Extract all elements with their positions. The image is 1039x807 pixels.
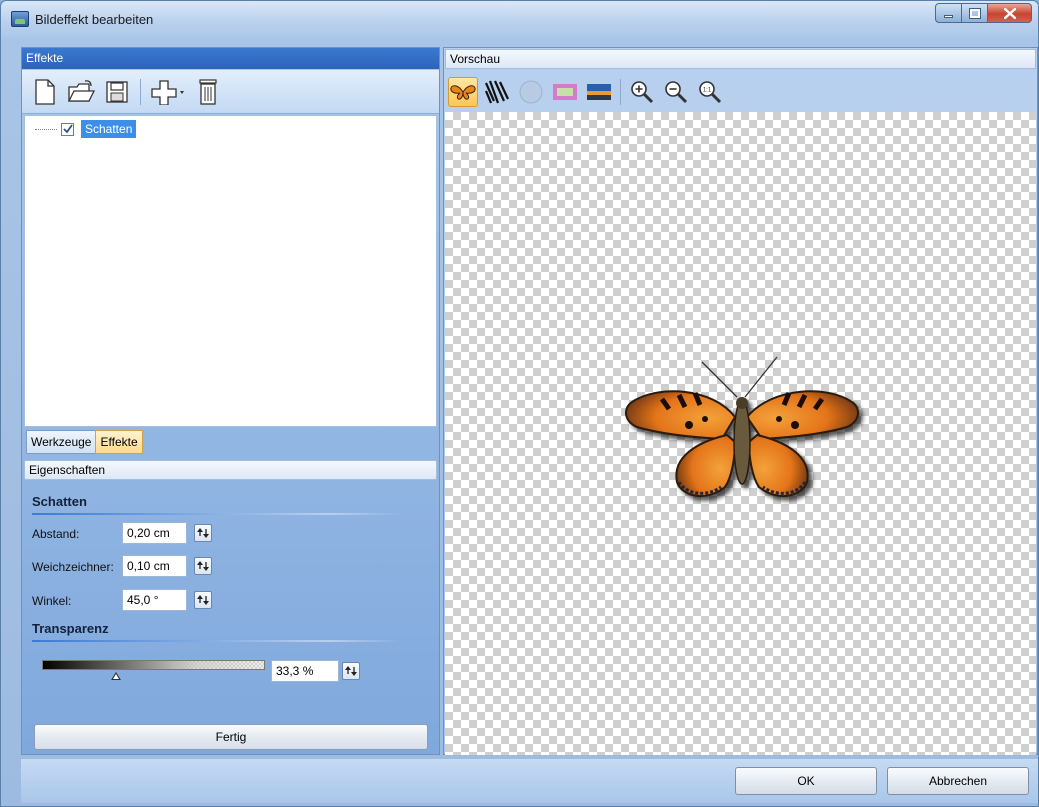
- angle-spinner[interactable]: [194, 591, 212, 609]
- distance-spinner[interactable]: [194, 524, 212, 542]
- cancel-button[interactable]: Abbrechen: [887, 767, 1029, 795]
- open-folder-icon[interactable]: [66, 77, 96, 107]
- delete-icon[interactable]: [193, 77, 223, 107]
- toolbar-separator: [620, 79, 621, 105]
- tree-connector: [35, 128, 57, 130]
- slider-thumb[interactable]: [111, 672, 122, 680]
- landscape-icon[interactable]: [584, 77, 614, 107]
- distance-label: Abstand:: [32, 527, 80, 541]
- add-effect-icon[interactable]: [149, 77, 187, 107]
- properties-header: Eigenschaften: [24, 460, 437, 480]
- blur-label: Weichzeichner:: [32, 560, 114, 574]
- section-divider: [32, 640, 402, 642]
- minimize-icon: [944, 15, 953, 18]
- zoom-actual-size-icon[interactable]: 1:1: [695, 77, 725, 107]
- dialog-window: Bildeffekt bearbeiten Effekte Schatten W…: [0, 0, 1039, 807]
- preview-canvas[interactable]: [445, 112, 1036, 755]
- effects-header: Effekte: [22, 48, 439, 69]
- spinner-arrows-icon: [345, 666, 357, 676]
- spinner-arrows-icon: [197, 561, 209, 571]
- checkmark-icon: [62, 124, 73, 134]
- zoom-out-icon[interactable]: [661, 77, 691, 107]
- frame-icon[interactable]: [550, 77, 580, 107]
- save-icon[interactable]: [102, 77, 132, 107]
- butterfly-image-icon[interactable]: [448, 77, 478, 107]
- transparency-slider[interactable]: [42, 660, 265, 670]
- zebra-pattern-icon[interactable]: [482, 77, 512, 107]
- effects-toolbar: [22, 70, 439, 114]
- angle-label: Winkel:: [32, 594, 72, 608]
- spinner-arrows-icon: [197, 595, 209, 605]
- title-bar[interactable]: Bildeffekt bearbeiten: [1, 1, 1038, 39]
- blur-spinner[interactable]: [194, 557, 212, 575]
- ok-button[interactable]: OK: [735, 767, 877, 795]
- done-button[interactable]: Fertig: [34, 724, 428, 750]
- spinner-arrows-icon: [197, 528, 209, 538]
- panel-tabs: Werkzeuge Effekte: [26, 430, 143, 454]
- window-controls: [935, 3, 1032, 23]
- circle-shape-icon[interactable]: [516, 77, 546, 107]
- transparency-spinner[interactable]: [342, 662, 360, 680]
- dialog-footer: OK Abbrechen: [21, 759, 1038, 803]
- maximize-button[interactable]: [962, 3, 988, 23]
- toolbar-separator: [140, 78, 141, 105]
- minimize-button[interactable]: [935, 3, 962, 23]
- maximize-icon: [968, 7, 981, 19]
- transparency-section-title: Transparenz: [32, 621, 109, 636]
- effects-tree: Schatten: [24, 115, 437, 427]
- blur-input[interactable]: 0,10 cm: [122, 555, 187, 577]
- preview-header: Vorschau: [445, 49, 1036, 69]
- angle-input[interactable]: 45,0 °: [122, 589, 187, 611]
- preview-panel: Vorschau 1:1: [443, 47, 1038, 755]
- distance-input[interactable]: 0,20 cm: [122, 522, 187, 544]
- zoom-in-icon[interactable]: [627, 77, 657, 107]
- effects-panel: Effekte Schatten Werkzeuge Effekte Eigen…: [21, 47, 440, 755]
- butterfly-image: [625, 356, 859, 498]
- new-document-icon[interactable]: [30, 77, 60, 107]
- tab-effekte[interactable]: Effekte: [95, 430, 143, 454]
- tree-item-label: Schatten: [81, 120, 137, 138]
- preview-toolbar: 1:1: [444, 72, 1037, 112]
- zoom-actual-label: 1:1: [703, 88, 712, 94]
- transparency-input[interactable]: 33,3 %: [271, 660, 339, 682]
- section-divider: [32, 513, 402, 515]
- tree-item-schatten[interactable]: Schatten: [35, 120, 137, 138]
- tab-werkzeuge[interactable]: Werkzeuge: [26, 430, 97, 454]
- app-icon: [11, 11, 29, 27]
- window-title: Bildeffekt bearbeiten: [35, 12, 154, 27]
- close-button[interactable]: [988, 3, 1032, 23]
- shadow-section-title: Schatten: [32, 494, 87, 509]
- effect-enabled-checkbox[interactable]: [61, 122, 74, 136]
- close-icon: [1003, 7, 1016, 19]
